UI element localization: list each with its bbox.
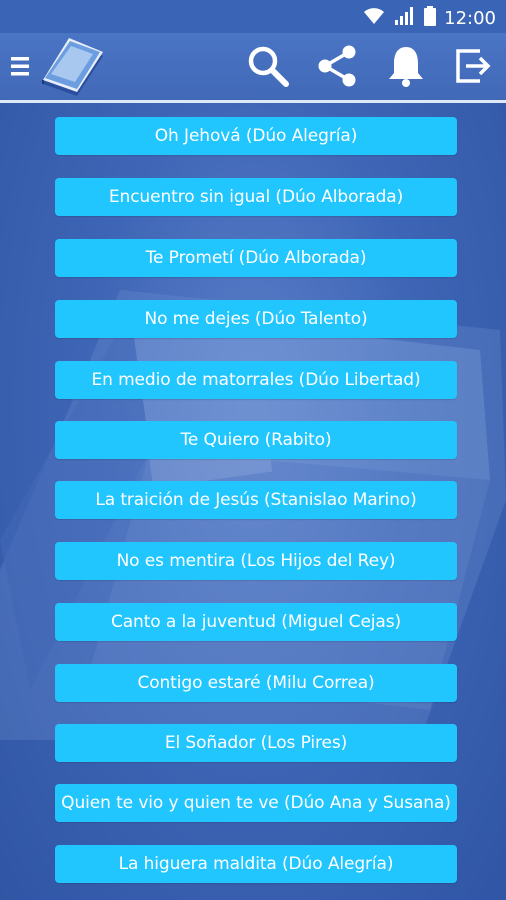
signal-icon [394,6,416,30]
song-item[interactable]: Canto a la juventud (Miguel Cejas) [55,603,457,641]
battery-icon [424,6,437,30]
exit-icon[interactable] [450,43,496,89]
song-item[interactable]: No me dejes (Dúo Talento) [55,300,457,338]
song-item[interactable]: La higuera maldita (Dúo Alegría) [55,845,457,883]
song-item[interactable]: Encuentro sin igual (Dúo Alborada) [55,178,457,216]
song-item[interactable]: Quien te vio y quien te ve (Dúo Ana y Su… [55,784,457,822]
song-item[interactable]: Te Quiero (Rabito) [55,421,457,459]
bell-icon[interactable] [383,43,429,89]
song-item[interactable]: En medio de matorrales (Dúo Libertad) [55,361,457,399]
songbook-logo-icon[interactable] [36,33,110,97]
song-item[interactable]: Te Prometí (Dúo Alborada) [55,239,457,277]
status-bar: 12:00 [0,0,506,33]
toolbar [0,33,506,103]
song-item[interactable]: Oh Jehová (Dúo Alegría) [55,117,457,155]
share-icon[interactable] [315,43,361,89]
song-item[interactable]: No es mentira (Los Hijos del Rey) [55,542,457,580]
song-item[interactable]: El Soñador (Los Pires) [55,724,457,762]
wifi-icon [362,6,386,30]
menu-icon[interactable] [0,43,40,89]
song-item[interactable]: La traición de Jesús (Stanislao Marino) [55,481,457,519]
song-item[interactable]: Contigo estaré (Milu Correa) [55,664,457,702]
search-icon[interactable] [245,43,291,89]
clock: 12:00 [444,7,496,29]
